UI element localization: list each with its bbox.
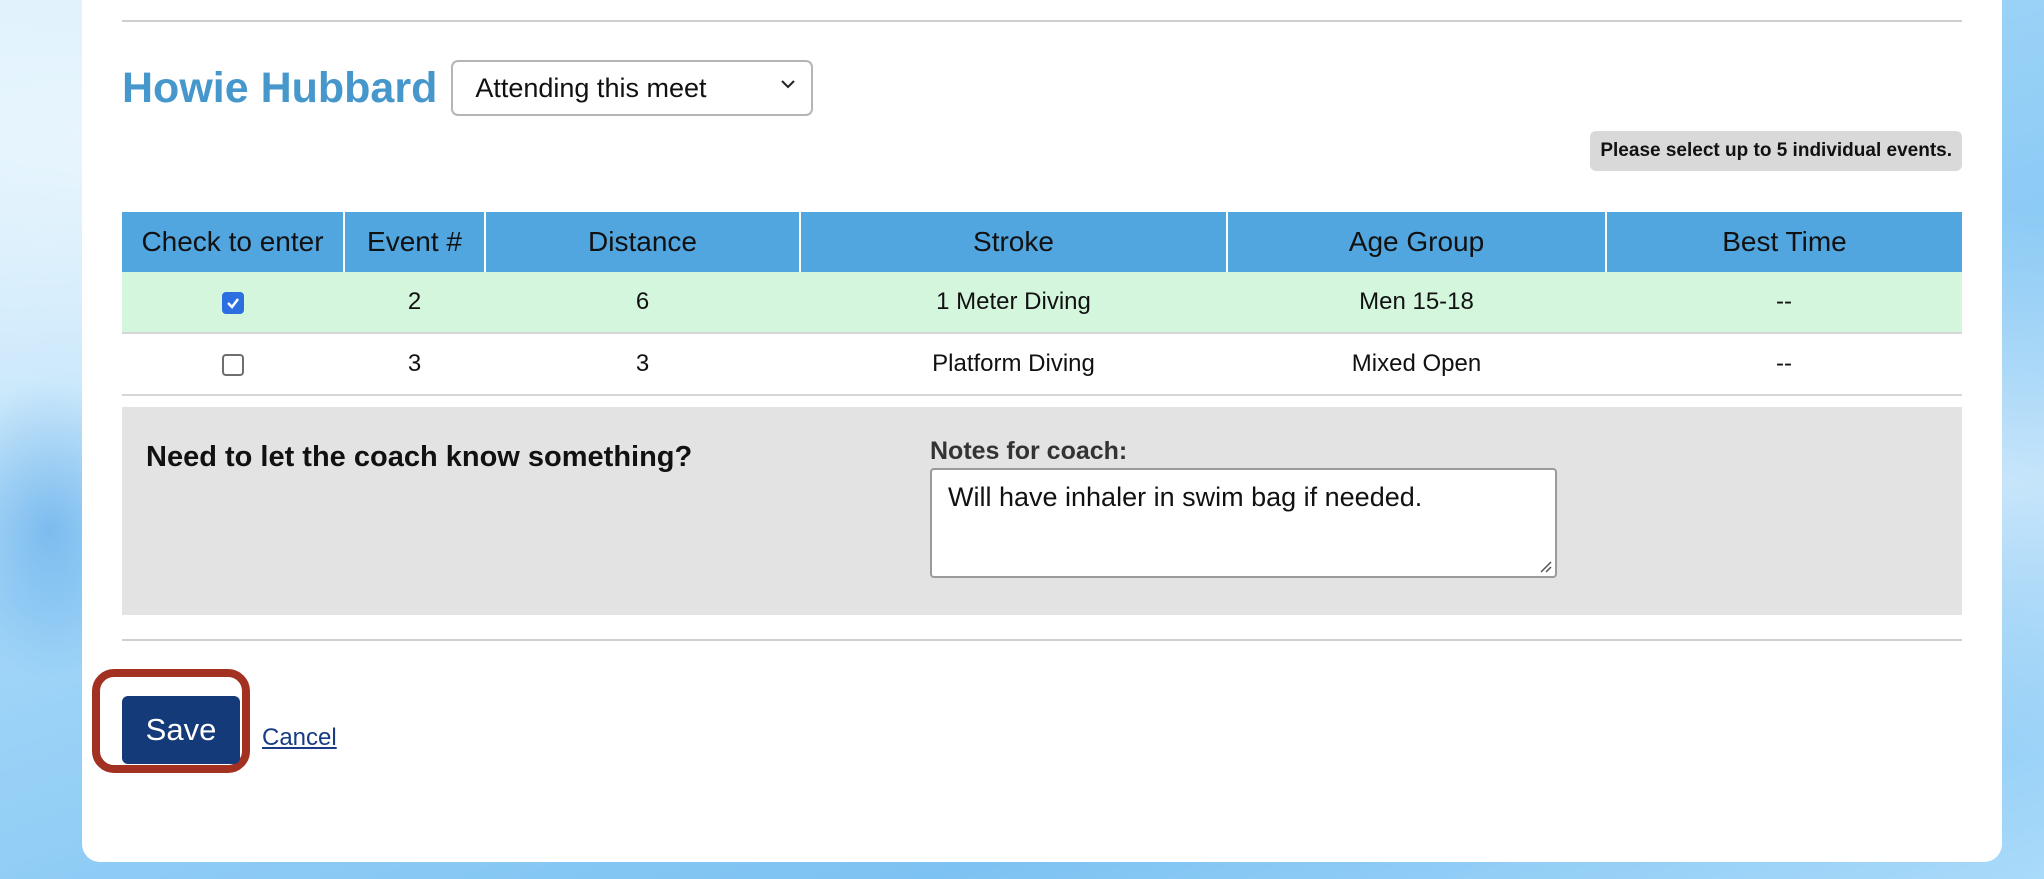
chevron-down-icon — [781, 80, 796, 89]
notes-textarea[interactable]: Will have inhaler in swim bag if needed. — [930, 468, 1557, 578]
resize-handle-icon[interactable] — [1538, 559, 1552, 573]
stroke-cell: Platform Diving — [800, 333, 1227, 396]
enter-checkbox-cell — [122, 333, 344, 396]
attendance-select[interactable]: Attending this meet — [451, 60, 814, 116]
notes-text: Will have inhaler in swim bag if needed. — [948, 482, 1423, 512]
notes-label: Notes for coach: — [930, 437, 1128, 465]
column-header: Age Group — [1227, 212, 1607, 272]
column-header: Distance — [485, 212, 801, 272]
attendance-selected-value: Attending this meet — [475, 72, 707, 103]
best-time-cell: -- — [1606, 333, 1962, 396]
age-group-cell: Men 15-18 — [1227, 272, 1606, 334]
coach-notes-section: Need to let the coach know something? No… — [122, 407, 1962, 615]
meet-entry-panel: Howie Hubbard Attending this meet Please… — [82, 0, 2002, 862]
enter-event-checkbox[interactable] — [222, 353, 244, 376]
table-row: 3 3 Platform Diving Mixed Open -- — [122, 333, 1962, 396]
cancel-link[interactable]: Cancel — [262, 724, 337, 752]
age-group-cell: Mixed Open — [1227, 333, 1606, 396]
column-header: Best Time — [1606, 212, 1962, 272]
stroke-cell: 1 Meter Diving — [800, 272, 1227, 334]
event-number-cell: 2 — [344, 272, 485, 334]
save-button[interactable]: Save — [122, 696, 240, 764]
bottom-divider — [122, 639, 1962, 641]
column-header: Check to enter — [122, 212, 345, 272]
table-row: 2 6 1 Meter Diving Men 15-18 -- — [122, 272, 1962, 334]
event-number-cell: 3 — [344, 333, 485, 396]
distance-cell: 3 — [485, 333, 800, 396]
distance-cell: 6 — [485, 272, 800, 334]
column-header: Event # — [344, 212, 486, 272]
event-limit-notice: Please select up to 5 individual events. — [1590, 131, 1962, 171]
checkmark-icon — [227, 297, 239, 309]
enter-checkbox-cell — [122, 272, 344, 334]
enter-event-checkbox[interactable] — [222, 291, 244, 314]
table-header-row: Check to enter Event # Distance Stroke A… — [122, 212, 1962, 272]
column-header: Stroke — [800, 212, 1228, 272]
best-time-cell: -- — [1606, 272, 1962, 334]
coach-prompt: Need to let the coach know something? — [146, 441, 693, 473]
athlete-header: Howie Hubbard Attending this meet — [122, 60, 814, 116]
events-table: Check to enter Event # Distance Stroke A… — [122, 212, 1962, 396]
top-divider — [122, 20, 1962, 22]
athlete-name: Howie Hubbard — [122, 63, 438, 112]
